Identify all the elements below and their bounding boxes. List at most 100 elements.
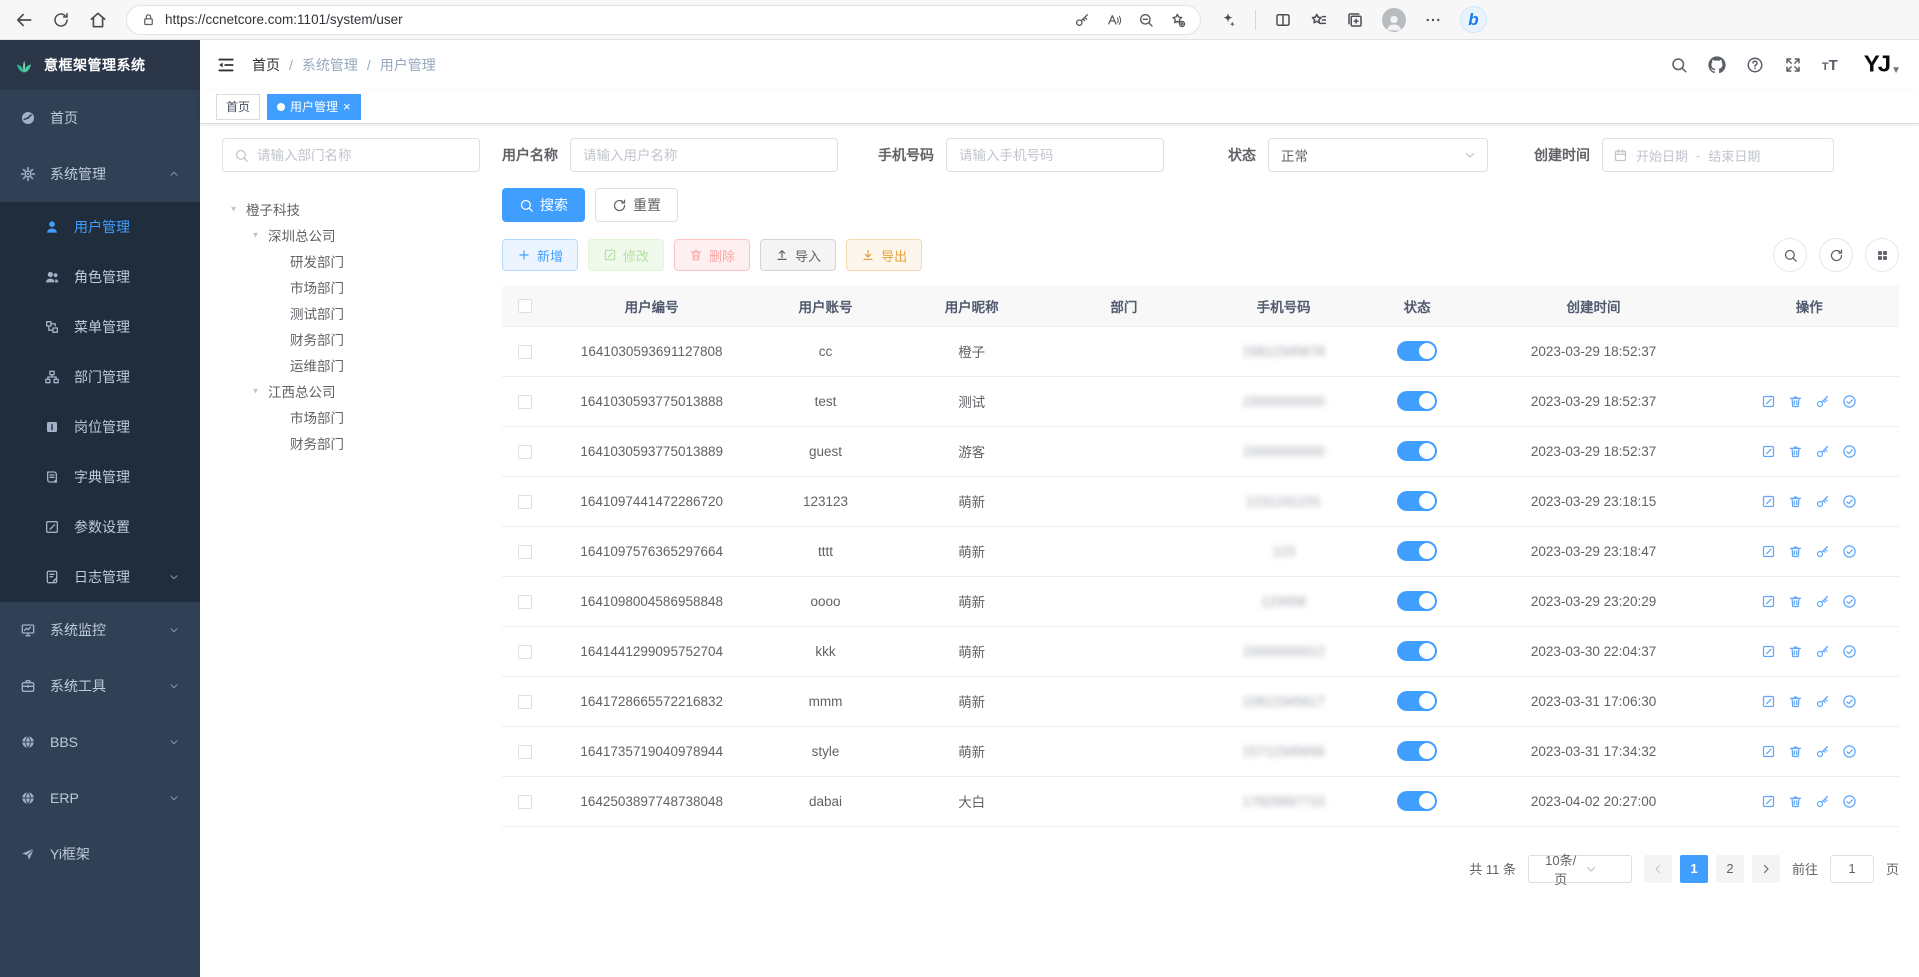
browser-profile-avatar[interactable] (1382, 8, 1406, 32)
font-size-icon[interactable]: TT (1822, 57, 1838, 74)
sidebar-item-system[interactable]: 系统管理 (0, 146, 200, 202)
address-bar[interactable]: https://ccnetcore.com:1101/system/user (126, 5, 1201, 35)
page-button-1[interactable]: 1 (1680, 855, 1708, 883)
tree-node[interactable]: ▼ 江西总公司 (222, 378, 480, 404)
refresh-table-button[interactable] (1819, 238, 1853, 272)
export-button[interactable]: 导出 (846, 239, 922, 271)
sidebar-item-erp[interactable]: ERP (0, 770, 200, 826)
breadcrumb-home[interactable]: 首页 (252, 55, 280, 75)
column-settings-button[interactable] (1865, 238, 1899, 272)
sidebar-item-user[interactable]: 用户管理 (0, 202, 200, 252)
status-toggle[interactable] (1397, 441, 1437, 461)
delete-row-button[interactable] (1788, 594, 1803, 609)
status-toggle[interactable] (1397, 591, 1437, 611)
user-menu[interactable]: YJ ▼ (1864, 53, 1901, 77)
browser-back-button[interactable] (14, 10, 34, 30)
department-search-input[interactable] (257, 148, 468, 163)
add-button[interactable]: 新增 (502, 239, 578, 271)
bing-chat-icon[interactable]: b (1460, 6, 1487, 33)
select-all-checkbox[interactable] (518, 299, 532, 313)
department-search[interactable] (222, 138, 480, 172)
assign-role-button[interactable] (1842, 394, 1857, 409)
row-checkbox[interactable] (518, 445, 532, 459)
zoom-out-icon[interactable] (1138, 12, 1154, 28)
tree-node[interactable]: 测试部门 (222, 300, 480, 326)
delete-row-button[interactable] (1788, 694, 1803, 709)
assign-role-button[interactable] (1842, 594, 1857, 609)
status-toggle[interactable] (1397, 491, 1437, 511)
edit-button[interactable]: 修改 (588, 239, 664, 271)
delete-row-button[interactable] (1788, 494, 1803, 509)
edit-row-button[interactable] (1761, 644, 1776, 659)
edit-row-button[interactable] (1761, 594, 1776, 609)
user-name-input[interactable] (570, 138, 838, 172)
delete-row-button[interactable] (1788, 794, 1803, 809)
reset-password-button[interactable] (1815, 644, 1830, 659)
tab-user-management[interactable]: 用户管理 × (267, 94, 361, 120)
row-checkbox[interactable] (518, 745, 532, 759)
tree-node[interactable]: ▼ 深圳总公司 (222, 222, 480, 248)
phone-input[interactable] (946, 138, 1164, 172)
reset-password-button[interactable] (1815, 494, 1830, 509)
edit-row-button[interactable] (1761, 494, 1776, 509)
favorites-bar-icon[interactable] (1310, 11, 1328, 29)
sidebar-item-role[interactable]: 角色管理 (0, 252, 200, 302)
start-date-placeholder[interactable]: 开始日期 (1636, 146, 1688, 165)
tree-node[interactable]: 财务部门 (222, 430, 480, 456)
page-size-select[interactable]: 10条/页 (1528, 855, 1632, 883)
sidebar-item-dept[interactable]: 部门管理 (0, 352, 200, 402)
delete-row-button[interactable] (1788, 444, 1803, 459)
status-toggle[interactable] (1397, 391, 1437, 411)
reset-password-button[interactable] (1815, 544, 1830, 559)
sidebar-item-dict[interactable]: 字典管理 (0, 452, 200, 502)
sidebar-item-param[interactable]: 参数设置 (0, 502, 200, 552)
favorite-add-icon[interactable] (1170, 12, 1186, 28)
status-toggle[interactable] (1397, 641, 1437, 661)
edit-row-button[interactable] (1761, 744, 1776, 759)
sidebar-item-yi-frame[interactable]: Yi框架 (0, 826, 200, 882)
close-icon[interactable]: × (343, 100, 351, 113)
assign-role-button[interactable] (1842, 544, 1857, 559)
assign-role-button[interactable] (1842, 694, 1857, 709)
sidebar-fold-icon[interactable] (216, 55, 236, 75)
delete-row-button[interactable] (1788, 394, 1803, 409)
delete-button[interactable]: 删除 (674, 239, 750, 271)
sidebar-item-monitor[interactable]: 系统监控 (0, 602, 200, 658)
edit-row-button[interactable] (1761, 694, 1776, 709)
page-button-2[interactable]: 2 (1716, 855, 1744, 883)
sidebar-item-home[interactable]: 首页 (0, 90, 200, 146)
assign-role-button[interactable] (1842, 744, 1857, 759)
tree-node[interactable]: 市场部门 (222, 274, 480, 300)
edit-row-button[interactable] (1761, 544, 1776, 559)
reset-button[interactable]: 重置 (595, 188, 678, 222)
row-checkbox[interactable] (518, 645, 532, 659)
help-icon[interactable] (1746, 56, 1764, 74)
toggle-search-button[interactable] (1773, 238, 1807, 272)
password-key-icon[interactable] (1074, 12, 1090, 28)
tree-node[interactable]: 运维部门 (222, 352, 480, 378)
row-checkbox[interactable] (518, 495, 532, 509)
sidebar-item-post[interactable]: 岗位管理 (0, 402, 200, 452)
edit-row-button[interactable] (1761, 794, 1776, 809)
delete-row-button[interactable] (1788, 544, 1803, 559)
read-aloud-icon[interactable] (1106, 12, 1122, 28)
end-date-placeholder[interactable]: 结束日期 (1708, 146, 1760, 165)
reset-password-button[interactable] (1815, 744, 1830, 759)
tree-node[interactable]: ▼ 橙子科技 (222, 196, 480, 222)
sidebar-item-tools[interactable]: 系统工具 (0, 658, 200, 714)
row-checkbox[interactable] (518, 395, 532, 409)
sidebar-item-log[interactable]: 日志管理 (0, 552, 200, 602)
assign-role-button[interactable] (1842, 444, 1857, 459)
status-toggle[interactable] (1397, 791, 1437, 811)
header-search-icon[interactable] (1670, 56, 1688, 74)
tree-node[interactable]: 研发部门 (222, 248, 480, 274)
assign-role-button[interactable] (1842, 644, 1857, 659)
goto-page-input[interactable] (1830, 855, 1874, 883)
sidebar-item-bbs[interactable]: BBS (0, 714, 200, 770)
tree-node[interactable]: 市场部门 (222, 404, 480, 430)
assign-role-button[interactable] (1842, 794, 1857, 809)
search-button[interactable]: 搜索 (502, 188, 585, 222)
reset-password-button[interactable] (1815, 394, 1830, 409)
url-text[interactable]: https://ccnetcore.com:1101/system/user (165, 12, 1065, 27)
next-page-button[interactable] (1752, 855, 1780, 883)
